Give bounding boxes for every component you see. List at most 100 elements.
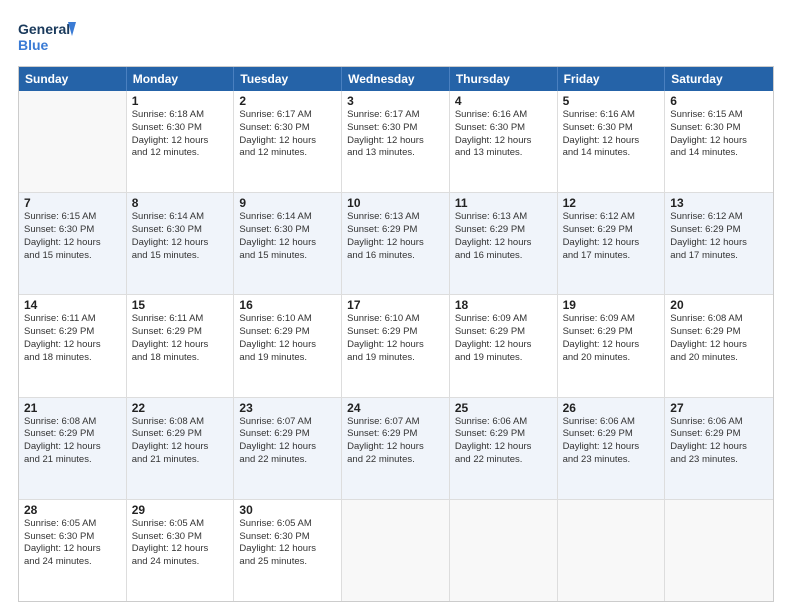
calendar-header: SundayMondayTuesdayWednesdayThursdayFrid… — [19, 67, 773, 91]
day-cell-30: 30Sunrise: 6:05 AM Sunset: 6:30 PM Dayli… — [234, 500, 342, 601]
day-number: 21 — [24, 401, 121, 415]
day-number: 17 — [347, 298, 444, 312]
day-number: 7 — [24, 196, 121, 210]
day-info: Sunrise: 6:05 AM Sunset: 6:30 PM Dayligh… — [132, 518, 229, 569]
day-info: Sunrise: 6:06 AM Sunset: 6:29 PM Dayligh… — [563, 416, 660, 467]
day-cell-19: 19Sunrise: 6:09 AM Sunset: 6:29 PM Dayli… — [558, 295, 666, 396]
weekday-header-wednesday: Wednesday — [342, 67, 450, 91]
calendar-row-1: 7Sunrise: 6:15 AM Sunset: 6:30 PM Daylig… — [19, 193, 773, 295]
day-info: Sunrise: 6:07 AM Sunset: 6:29 PM Dayligh… — [347, 416, 444, 467]
day-number: 19 — [563, 298, 660, 312]
day-cell-27: 27Sunrise: 6:06 AM Sunset: 6:29 PM Dayli… — [665, 398, 773, 499]
day-cell-26: 26Sunrise: 6:06 AM Sunset: 6:29 PM Dayli… — [558, 398, 666, 499]
day-number: 10 — [347, 196, 444, 210]
day-cell-10: 10Sunrise: 6:13 AM Sunset: 6:29 PM Dayli… — [342, 193, 450, 294]
day-number: 5 — [563, 94, 660, 108]
day-info: Sunrise: 6:15 AM Sunset: 6:30 PM Dayligh… — [670, 109, 768, 160]
day-cell-6: 6Sunrise: 6:15 AM Sunset: 6:30 PM Daylig… — [665, 91, 773, 192]
day-number: 11 — [455, 196, 552, 210]
day-number: 13 — [670, 196, 768, 210]
weekday-header-sunday: Sunday — [19, 67, 127, 91]
day-info: Sunrise: 6:14 AM Sunset: 6:30 PM Dayligh… — [132, 211, 229, 262]
day-cell-7: 7Sunrise: 6:15 AM Sunset: 6:30 PM Daylig… — [19, 193, 127, 294]
day-info: Sunrise: 6:06 AM Sunset: 6:29 PM Dayligh… — [670, 416, 768, 467]
day-cell-13: 13Sunrise: 6:12 AM Sunset: 6:29 PM Dayli… — [665, 193, 773, 294]
day-info: Sunrise: 6:07 AM Sunset: 6:29 PM Dayligh… — [239, 416, 336, 467]
day-cell-20: 20Sunrise: 6:08 AM Sunset: 6:29 PM Dayli… — [665, 295, 773, 396]
day-info: Sunrise: 6:10 AM Sunset: 6:29 PM Dayligh… — [347, 313, 444, 364]
weekday-header-thursday: Thursday — [450, 67, 558, 91]
svg-text:General: General — [18, 21, 70, 37]
weekday-header-saturday: Saturday — [665, 67, 773, 91]
logo: GeneralBlue — [18, 18, 78, 56]
day-number: 18 — [455, 298, 552, 312]
day-cell-11: 11Sunrise: 6:13 AM Sunset: 6:29 PM Dayli… — [450, 193, 558, 294]
empty-cell — [558, 500, 666, 601]
day-info: Sunrise: 6:08 AM Sunset: 6:29 PM Dayligh… — [24, 416, 121, 467]
calendar-row-2: 14Sunrise: 6:11 AM Sunset: 6:29 PM Dayli… — [19, 295, 773, 397]
calendar-row-3: 21Sunrise: 6:08 AM Sunset: 6:29 PM Dayli… — [19, 398, 773, 500]
day-number: 27 — [670, 401, 768, 415]
day-cell-25: 25Sunrise: 6:06 AM Sunset: 6:29 PM Dayli… — [450, 398, 558, 499]
day-info: Sunrise: 6:16 AM Sunset: 6:30 PM Dayligh… — [455, 109, 552, 160]
day-info: Sunrise: 6:11 AM Sunset: 6:29 PM Dayligh… — [24, 313, 121, 364]
day-number: 1 — [132, 94, 229, 108]
day-cell-22: 22Sunrise: 6:08 AM Sunset: 6:29 PM Dayli… — [127, 398, 235, 499]
day-number: 16 — [239, 298, 336, 312]
day-number: 8 — [132, 196, 229, 210]
day-info: Sunrise: 6:17 AM Sunset: 6:30 PM Dayligh… — [347, 109, 444, 160]
empty-cell — [19, 91, 127, 192]
day-cell-3: 3Sunrise: 6:17 AM Sunset: 6:30 PM Daylig… — [342, 91, 450, 192]
day-info: Sunrise: 6:10 AM Sunset: 6:29 PM Dayligh… — [239, 313, 336, 364]
day-info: Sunrise: 6:05 AM Sunset: 6:30 PM Dayligh… — [239, 518, 336, 569]
day-number: 3 — [347, 94, 444, 108]
day-info: Sunrise: 6:17 AM Sunset: 6:30 PM Dayligh… — [239, 109, 336, 160]
day-number: 30 — [239, 503, 336, 517]
day-cell-14: 14Sunrise: 6:11 AM Sunset: 6:29 PM Dayli… — [19, 295, 127, 396]
day-cell-24: 24Sunrise: 6:07 AM Sunset: 6:29 PM Dayli… — [342, 398, 450, 499]
day-cell-15: 15Sunrise: 6:11 AM Sunset: 6:29 PM Dayli… — [127, 295, 235, 396]
day-number: 20 — [670, 298, 768, 312]
calendar-body: 1Sunrise: 6:18 AM Sunset: 6:30 PM Daylig… — [19, 91, 773, 601]
empty-cell — [450, 500, 558, 601]
day-number: 26 — [563, 401, 660, 415]
day-info: Sunrise: 6:18 AM Sunset: 6:30 PM Dayligh… — [132, 109, 229, 160]
day-cell-16: 16Sunrise: 6:10 AM Sunset: 6:29 PM Dayli… — [234, 295, 342, 396]
day-cell-8: 8Sunrise: 6:14 AM Sunset: 6:30 PM Daylig… — [127, 193, 235, 294]
day-number: 15 — [132, 298, 229, 312]
day-number: 2 — [239, 94, 336, 108]
calendar-row-4: 28Sunrise: 6:05 AM Sunset: 6:30 PM Dayli… — [19, 500, 773, 601]
day-info: Sunrise: 6:06 AM Sunset: 6:29 PM Dayligh… — [455, 416, 552, 467]
empty-cell — [665, 500, 773, 601]
day-cell-21: 21Sunrise: 6:08 AM Sunset: 6:29 PM Dayli… — [19, 398, 127, 499]
weekday-header-friday: Friday — [558, 67, 666, 91]
day-cell-9: 9Sunrise: 6:14 AM Sunset: 6:30 PM Daylig… — [234, 193, 342, 294]
day-info: Sunrise: 6:13 AM Sunset: 6:29 PM Dayligh… — [455, 211, 552, 262]
day-info: Sunrise: 6:14 AM Sunset: 6:30 PM Dayligh… — [239, 211, 336, 262]
day-info: Sunrise: 6:08 AM Sunset: 6:29 PM Dayligh… — [132, 416, 229, 467]
day-number: 25 — [455, 401, 552, 415]
day-info: Sunrise: 6:13 AM Sunset: 6:29 PM Dayligh… — [347, 211, 444, 262]
weekday-header-monday: Monday — [127, 67, 235, 91]
day-number: 29 — [132, 503, 229, 517]
day-info: Sunrise: 6:05 AM Sunset: 6:30 PM Dayligh… — [24, 518, 121, 569]
day-number: 9 — [239, 196, 336, 210]
header: GeneralBlue — [18, 18, 774, 56]
day-info: Sunrise: 6:15 AM Sunset: 6:30 PM Dayligh… — [24, 211, 121, 262]
day-number: 4 — [455, 94, 552, 108]
empty-cell — [342, 500, 450, 601]
day-cell-1: 1Sunrise: 6:18 AM Sunset: 6:30 PM Daylig… — [127, 91, 235, 192]
page: GeneralBlue SundayMondayTuesdayWednesday… — [0, 0, 792, 612]
day-cell-2: 2Sunrise: 6:17 AM Sunset: 6:30 PM Daylig… — [234, 91, 342, 192]
day-info: Sunrise: 6:09 AM Sunset: 6:29 PM Dayligh… — [455, 313, 552, 364]
calendar: SundayMondayTuesdayWednesdayThursdayFrid… — [18, 66, 774, 602]
day-info: Sunrise: 6:08 AM Sunset: 6:29 PM Dayligh… — [670, 313, 768, 364]
day-number: 24 — [347, 401, 444, 415]
day-info: Sunrise: 6:16 AM Sunset: 6:30 PM Dayligh… — [563, 109, 660, 160]
day-number: 12 — [563, 196, 660, 210]
weekday-header-tuesday: Tuesday — [234, 67, 342, 91]
day-number: 14 — [24, 298, 121, 312]
day-cell-12: 12Sunrise: 6:12 AM Sunset: 6:29 PM Dayli… — [558, 193, 666, 294]
day-cell-4: 4Sunrise: 6:16 AM Sunset: 6:30 PM Daylig… — [450, 91, 558, 192]
calendar-row-0: 1Sunrise: 6:18 AM Sunset: 6:30 PM Daylig… — [19, 91, 773, 193]
